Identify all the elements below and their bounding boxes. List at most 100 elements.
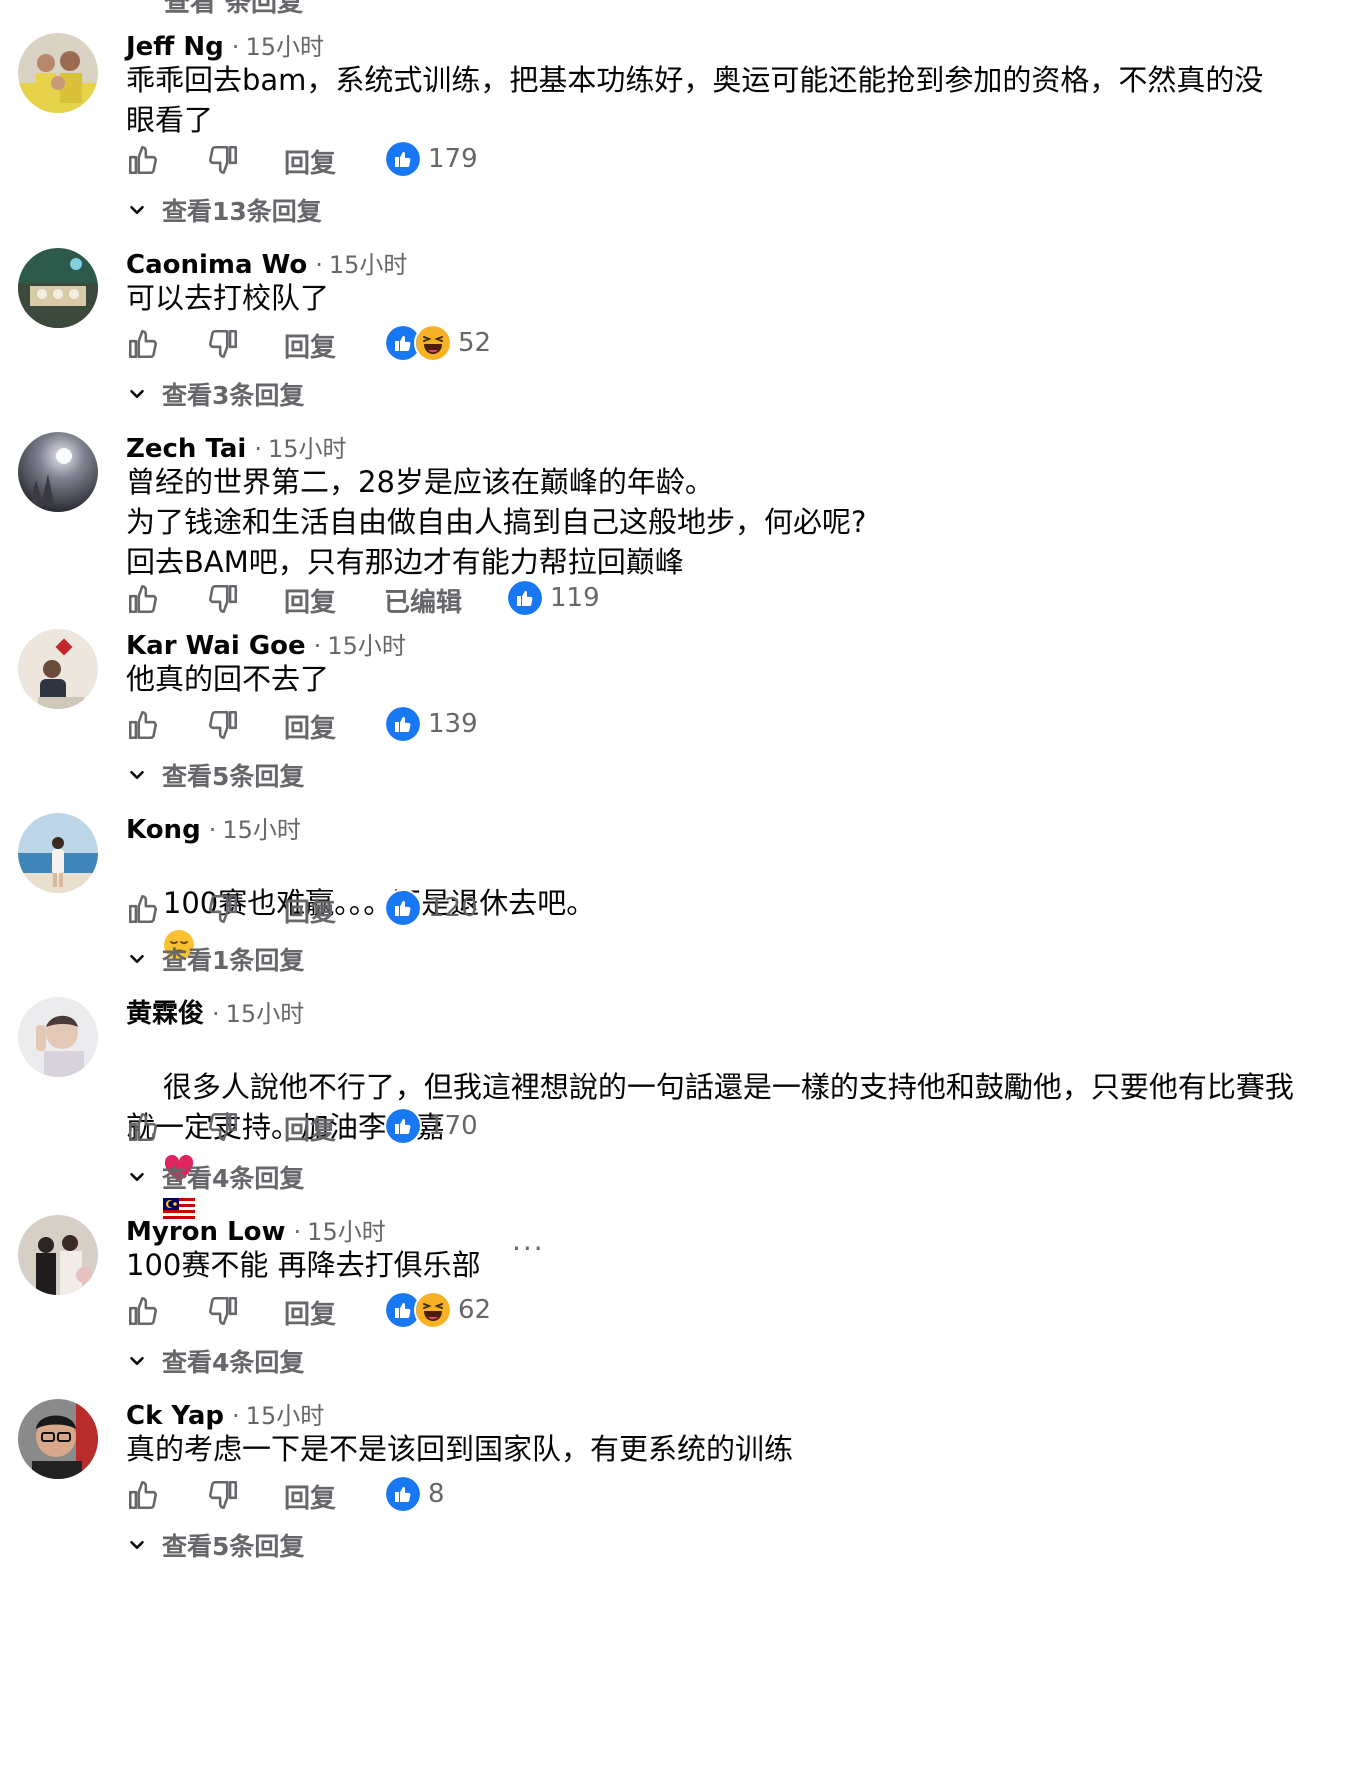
chevron-down-icon (130, 1172, 144, 1182)
thumbs-down-outline-icon[interactable] (206, 1110, 240, 1144)
comment-header: Caonima Wo · 15小时 (126, 248, 407, 282)
reaction-summary[interactable]: 170 (384, 1107, 478, 1145)
partial-view-replies[interactable]: 查看 条回复 (164, 0, 303, 19)
timestamp[interactable]: 15小时 (246, 1402, 325, 1430)
avatar[interactable] (18, 432, 98, 512)
like-reaction-icon (384, 1475, 422, 1513)
reaction-count: 170 (428, 1111, 478, 1141)
thumbs-up-outline-icon[interactable] (126, 327, 160, 361)
reply-button[interactable]: 回复 (284, 143, 336, 180)
like-reaction-icon (384, 1107, 422, 1145)
view-replies-label: 查看5条回复 (162, 1532, 305, 1561)
reply-button[interactable]: 回复 (284, 1478, 336, 1515)
thumbs-up-outline-icon[interactable] (126, 892, 160, 926)
author-name[interactable]: Kong (126, 815, 201, 845)
reaction-summary[interactable]: 179 (384, 140, 478, 178)
chevron-down-icon (130, 205, 144, 215)
avatar[interactable] (18, 629, 98, 709)
view-replies-label: 查看3条回复 (162, 381, 305, 410)
author-name[interactable]: Zech Tai (126, 434, 246, 464)
avatar[interactable] (18, 1215, 98, 1295)
comment-text: 可以去打校队了 (126, 281, 330, 315)
comment-header: Zech Tai · 15小时 (126, 432, 347, 466)
author-name[interactable]: Kar Wai Goe (126, 631, 306, 661)
separator: · (313, 632, 322, 660)
like-reaction-icon (506, 579, 544, 617)
separator: · (208, 816, 217, 844)
timestamp[interactable]: 15小时 (268, 435, 347, 463)
chevron-down-icon (130, 954, 144, 964)
thumbs-up-outline-icon[interactable] (126, 1294, 160, 1328)
reaction-summary[interactable]: 8 (384, 1475, 445, 1513)
avatar[interactable] (18, 813, 98, 893)
thumbs-up-outline-icon[interactable] (126, 708, 160, 742)
avatar[interactable] (18, 1399, 98, 1479)
like-reaction-icon (384, 140, 422, 178)
thumbs-down-outline-icon[interactable] (206, 327, 240, 361)
thumbs-up-outline-icon[interactable] (126, 582, 160, 616)
reaction-summary[interactable]: 139 (384, 705, 478, 743)
separator: · (293, 1218, 302, 1246)
thumbs-down-outline-icon[interactable] (206, 143, 240, 177)
thumbs-down-outline-icon[interactable] (206, 1478, 240, 1512)
separator: · (254, 435, 262, 463)
reply-button[interactable]: 回复 (284, 327, 336, 364)
view-replies-button[interactable]: 查看4条回复 (126, 1159, 304, 1195)
reaction-count: 179 (428, 144, 478, 174)
reaction-summary[interactable]: 120 (384, 889, 478, 927)
reply-button[interactable]: 回复 (284, 892, 336, 929)
view-replies-button[interactable]: 查看1条回复 (126, 941, 304, 977)
timestamp[interactable]: 15小时 (222, 816, 301, 844)
thumbs-up-outline-icon[interactable] (126, 1478, 160, 1512)
view-replies-button[interactable]: 查看4条回复 (126, 1343, 304, 1379)
author-name[interactable]: Caonima Wo (126, 250, 307, 280)
view-replies-button[interactable]: 查看3条回复 (126, 376, 304, 412)
chevron-down-icon (130, 389, 144, 399)
view-replies-label: 查看13条回复 (162, 197, 322, 226)
thumbs-down-outline-icon[interactable] (206, 1294, 240, 1328)
view-replies-button[interactable]: 查看5条回复 (126, 1527, 304, 1563)
comment-header: Myron Low · 15小时 (126, 1215, 386, 1249)
reaction-summary[interactable]: 62 (384, 1291, 491, 1329)
avatar[interactable] (18, 997, 98, 1077)
thumbs-up-outline-icon[interactable] (126, 143, 160, 177)
avatar[interactable] (18, 248, 98, 328)
view-replies-button[interactable]: 查看5条回复 (126, 757, 304, 793)
timestamp[interactable]: 15小时 (245, 33, 324, 61)
avatar[interactable] (18, 33, 98, 113)
comment-text: 乖乖回去bam，系统式训练，把基本功练好，奥运可能还能抢到参加的资格，不然真的没… (126, 63, 1264, 137)
timestamp[interactable]: 15小时 (329, 251, 408, 279)
author-name[interactable]: Jeff Ng (126, 32, 224, 62)
reply-button[interactable]: 回复 (284, 1294, 336, 1331)
timestamp[interactable]: 15小时 (327, 632, 406, 660)
reaction-summary[interactable]: 119 (506, 579, 600, 617)
reply-button[interactable]: 回复 (284, 582, 336, 619)
separator: · (315, 251, 323, 279)
timestamp[interactable]: 15小时 (307, 1218, 386, 1246)
author-name[interactable]: 黄霖俊 (126, 999, 204, 1029)
comment-header: 黄霖俊 · 15小时 (126, 997, 304, 1031)
comment-actions: 回复 已编辑 119 (126, 578, 1026, 618)
reply-button[interactable]: 回复 (284, 708, 336, 745)
reaction-summary[interactable]: 52 (384, 324, 491, 362)
more-options-icon[interactable]: ··· (512, 1232, 545, 1265)
thumbs-down-outline-icon[interactable] (206, 892, 240, 926)
chevron-down-icon (130, 770, 144, 780)
reply-button[interactable]: 回复 (284, 1110, 336, 1147)
comment-actions: 回复 52 (126, 323, 1026, 363)
author-name[interactable]: Myron Low (126, 1217, 286, 1247)
comment-actions: 回复 179 (126, 139, 1026, 179)
thumbs-up-outline-icon[interactable] (126, 1110, 160, 1144)
timestamp[interactable]: 15小时 (226, 1000, 305, 1028)
comment-header: Kar Wai Goe · 15小时 (126, 629, 406, 663)
author-name[interactable]: Ck Yap (126, 1401, 224, 1431)
comment-actions: 回复 8 (126, 1474, 1026, 1514)
view-replies-button[interactable]: 查看13条回复 (126, 192, 322, 228)
haha-reaction-icon (414, 324, 452, 362)
thumbs-down-outline-icon[interactable] (206, 708, 240, 742)
view-replies-label: 查看4条回复 (162, 1348, 305, 1377)
separator: · (231, 33, 240, 61)
thumbs-down-outline-icon[interactable] (206, 582, 240, 616)
edited-label: 已编辑 (384, 588, 463, 618)
comment-actions: 回复 120 (126, 888, 1026, 928)
